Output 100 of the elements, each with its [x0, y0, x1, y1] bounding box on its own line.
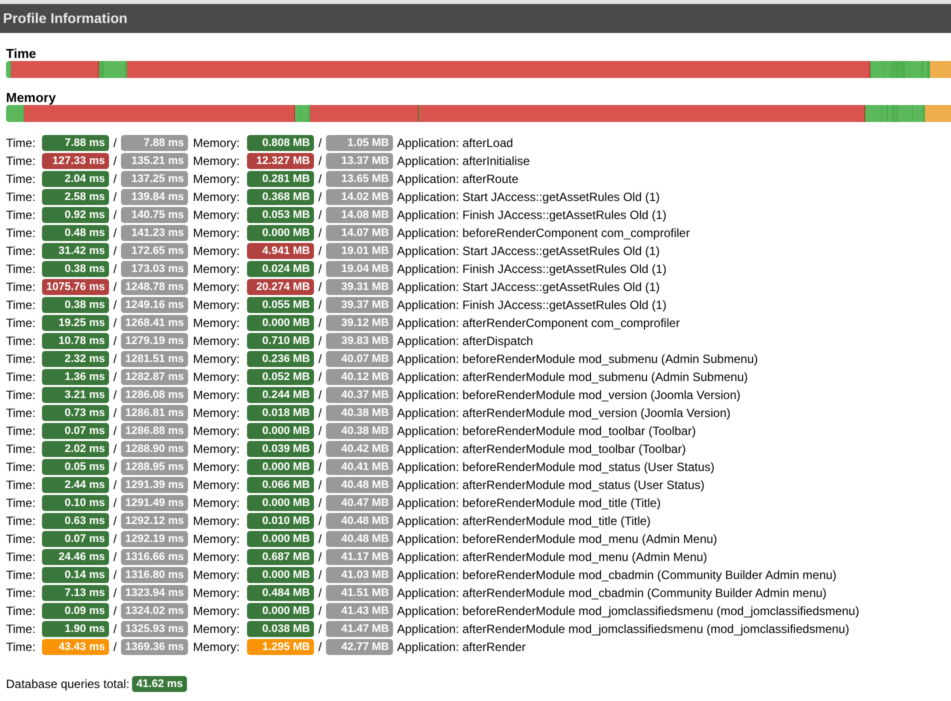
- time-badge: 2.44 ms: [42, 477, 109, 493]
- total-memory-badge: 41.03 MB: [326, 567, 393, 583]
- separator: /: [112, 387, 118, 404]
- event-name: Application: afterRenderModule mod_toolbar (Toolbar): [396, 441, 686, 458]
- total-time-badge: 1323.94 ms: [121, 585, 188, 601]
- separator: /: [112, 225, 118, 242]
- separator: /: [317, 639, 323, 656]
- memory-label: Memory:: [192, 621, 241, 638]
- event-name: Application: afterRenderModule mod_cbadmin (Community Builder Admin menu): [396, 585, 827, 602]
- time-badge: 2.02 ms: [42, 441, 109, 457]
- event-name: Application: Start JAccess::getAssetRules Old (1): [396, 279, 660, 296]
- bar-label: Memory: [6, 91, 57, 105]
- total-memory-badge: 14.07 MB: [326, 225, 393, 241]
- time-label: Time:: [6, 513, 37, 530]
- time-label: Time:: [6, 459, 37, 476]
- event-name: Application: afterRenderModule mod_jomclassifiedsmenu (mod_jomclassifiedsmenu): [396, 621, 850, 638]
- time-label: Time:: [6, 621, 37, 638]
- separator: /: [112, 495, 118, 512]
- total-memory-badge: 19.04 MB: [326, 261, 393, 277]
- memory-label: Memory:: [192, 513, 241, 530]
- time-badge: 0.92 ms: [42, 207, 109, 223]
- total-time-badge: 173.03 ms: [121, 261, 188, 277]
- memory-label: Memory:: [192, 261, 241, 278]
- total-time-badge: 141.23 ms: [121, 225, 188, 241]
- time-label: Time:: [6, 603, 37, 620]
- separator: /: [317, 297, 323, 314]
- time-badge: 0.48 ms: [42, 225, 109, 241]
- separator: /: [317, 315, 323, 332]
- total-time-badge: 1282.87 ms: [121, 369, 188, 385]
- time-badge: 2.58 ms: [42, 189, 109, 205]
- memory-badge: 0.000 MB: [247, 603, 314, 619]
- event-name: Application: Finish JAccess::getAssetRules Old (1): [396, 297, 666, 314]
- separator: /: [317, 369, 323, 386]
- total-time-badge: 135.21 ms: [121, 153, 188, 169]
- total-time-badge: 1249.16 ms: [121, 297, 188, 313]
- time-label: Time:: [6, 261, 37, 278]
- time-label: Time:: [6, 549, 37, 566]
- memory-label: Memory:: [192, 441, 241, 458]
- total-memory-badge: 39.12 MB: [326, 315, 393, 331]
- event-name: Application: Finish JAccess::getAssetRules Old (1): [396, 207, 666, 224]
- event-name: Application: afterRenderModule mod_status (User Status): [396, 477, 704, 494]
- total-time-badge: 1316.66 ms: [121, 549, 188, 565]
- time-label: Time:: [6, 279, 37, 296]
- total-time-badge: 1369.36 ms: [121, 639, 188, 655]
- memory-label: Memory:: [192, 423, 241, 440]
- time-badge: 2.04 ms: [42, 171, 109, 187]
- memory-badge: 0.052 MB: [247, 369, 314, 385]
- separator: /: [317, 477, 323, 494]
- total-memory-badge: 40.38 MB: [326, 405, 393, 421]
- separator: /: [317, 225, 323, 242]
- time-badge: 43.43 ms: [42, 639, 109, 655]
- memory-label: Memory:: [192, 279, 241, 296]
- memory-label: Memory:: [192, 135, 241, 152]
- memory-label: Memory:: [192, 243, 241, 260]
- memory-label: Memory:: [192, 531, 241, 548]
- separator: /: [317, 567, 323, 584]
- total-time-badge: 1324.02 ms: [121, 603, 188, 619]
- separator: /: [112, 261, 118, 278]
- memory-badge: 20.274 MB: [247, 279, 314, 295]
- memory-label: Memory:: [192, 405, 241, 422]
- memory-label: Memory:: [192, 477, 241, 494]
- event-name: Application: beforeRenderComponent com_comprofiler: [396, 225, 690, 242]
- memory-label: Memory:: [192, 585, 241, 602]
- time-badge: 0.14 ms: [42, 567, 109, 583]
- total-memory-badge: 40.38 MB: [326, 423, 393, 439]
- time-badge: 19.25 ms: [42, 315, 109, 331]
- memory-badge: 4.941 MB: [247, 243, 314, 259]
- total-time-badge: 1288.90 ms: [121, 441, 188, 457]
- total-memory-badge: 40.07 MB: [326, 351, 393, 367]
- separator: /: [112, 171, 118, 188]
- memory-badge: 0.484 MB: [247, 585, 314, 601]
- separator: /: [112, 585, 118, 602]
- time-label: Time:: [6, 441, 37, 458]
- memory-badge: 0.687 MB: [247, 549, 314, 565]
- database-label: Database queries total:: [6, 676, 130, 693]
- separator: /: [317, 243, 323, 260]
- event-name: Application: beforeRenderModule mod_status (User Status): [396, 459, 714, 476]
- memory-label: Memory:: [192, 603, 241, 620]
- time-label: Time:: [6, 423, 37, 440]
- total-time-badge: 140.75 ms: [121, 207, 188, 223]
- event-name: Application: afterInitialise: [396, 153, 530, 170]
- separator: /: [112, 639, 118, 656]
- separator: /: [112, 477, 118, 494]
- separator: /: [112, 603, 118, 620]
- separator: /: [317, 351, 323, 368]
- memory-label: Memory:: [192, 153, 241, 170]
- total-memory-badge: 19.01 MB: [326, 243, 393, 259]
- time-label: Time:: [6, 585, 37, 602]
- total-memory-badge: 41.17 MB: [326, 549, 393, 565]
- time-badge: 7.13 ms: [42, 585, 109, 601]
- separator: /: [112, 135, 118, 152]
- event-name: Application: beforeRenderModule mod_version (Joomla Version): [396, 387, 741, 404]
- separator: /: [317, 549, 323, 566]
- time-badge: 0.38 ms: [42, 261, 109, 277]
- separator: /: [112, 297, 118, 314]
- separator: /: [112, 315, 118, 332]
- memory-badge: 0.053 MB: [247, 207, 314, 223]
- total-memory-badge: 39.83 MB: [326, 333, 393, 349]
- memory-badge: 0.038 MB: [247, 621, 314, 637]
- total-memory-badge: 42.77 MB: [326, 639, 393, 655]
